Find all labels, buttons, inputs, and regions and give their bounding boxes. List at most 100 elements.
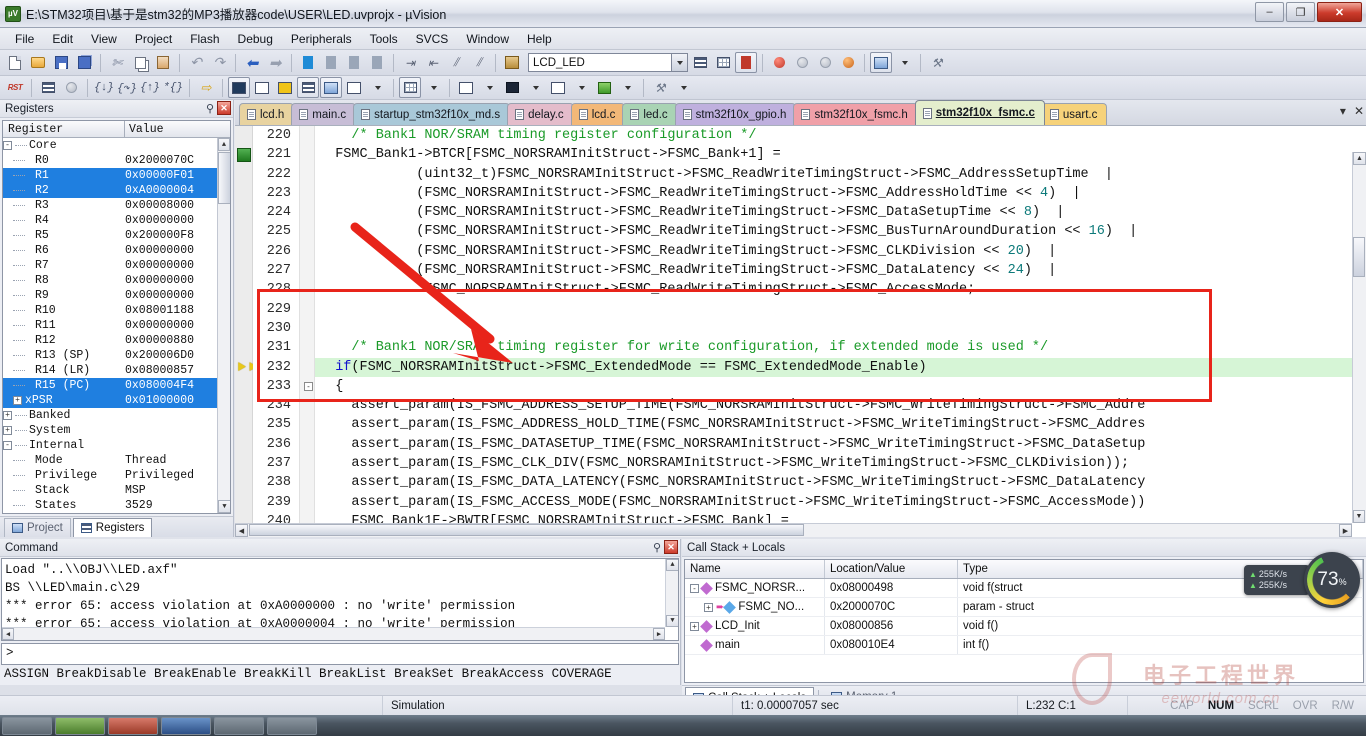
- chevron-down-icon[interactable]: [616, 77, 638, 98]
- command-output-vscroll[interactable]: ▲ ▼: [665, 559, 678, 627]
- disable-breakpoint-icon[interactable]: [791, 52, 813, 73]
- memory-window-icon[interactable]: [399, 77, 421, 98]
- close-icon[interactable]: ✕: [217, 101, 231, 115]
- code-line[interactable]: [315, 300, 1366, 319]
- show-next-statement-icon[interactable]: ⇨: [195, 77, 217, 98]
- step-into-icon[interactable]: {↓}: [93, 77, 115, 98]
- command-output-hscroll[interactable]: ◀ ▶: [2, 627, 665, 640]
- code-line[interactable]: (FSMC_NORSRAMInitStruct->FSMC_ReadWriteT…: [315, 203, 1366, 222]
- code-line[interactable]: FSMC_Bank1->BTCR[FSMC_NORSRAMInitStruct-…: [315, 145, 1366, 164]
- register-row[interactable]: States 3529: [3, 498, 230, 513]
- register-row[interactable]: R11 0x00000000: [3, 318, 230, 333]
- restore-button[interactable]: ❐: [1286, 2, 1315, 22]
- analysis-window-icon[interactable]: [501, 77, 523, 98]
- code-line[interactable]: {: [315, 377, 1366, 396]
- trace-window-icon[interactable]: [547, 77, 569, 98]
- navigate-back-icon[interactable]: ⬅: [241, 52, 263, 73]
- paste-icon[interactable]: [152, 52, 174, 73]
- tree-toggle-icon[interactable]: +: [3, 411, 12, 420]
- register-row[interactable]: R13 (SP) 0x200006D0: [3, 348, 230, 363]
- save-all-icon[interactable]: [73, 52, 95, 73]
- registers-window-icon[interactable]: [297, 77, 319, 98]
- tree-toggle-icon[interactable]: +: [690, 621, 699, 631]
- debug-session-icon[interactable]: [735, 52, 757, 73]
- tree-toggle-icon[interactable]: -: [690, 583, 699, 593]
- editor-tab-lcd-h[interactable]: lcd.h: [239, 103, 295, 125]
- manage-project-icon[interactable]: [689, 52, 711, 73]
- code-line[interactable]: (FSMC_NORSRAMInitStruct->FSMC_ReadWriteT…: [315, 261, 1366, 280]
- uncomment-icon[interactable]: ⫽: [468, 52, 490, 73]
- editor-tab-main-c[interactable]: main.c: [291, 103, 357, 125]
- toolbox-icon[interactable]: ⚒: [649, 77, 671, 98]
- scroll-right-icon[interactable]: ▶: [1339, 524, 1352, 537]
- chevron-down-icon[interactable]: [893, 52, 915, 73]
- menu-item-flash[interactable]: Flash: [181, 30, 228, 48]
- register-row[interactable]: R12 0x00000880: [3, 333, 230, 348]
- taskbar-item[interactable]: [214, 716, 264, 735]
- code-line[interactable]: assert_param(IS_FSMC_ADDRESS_SETUP_TIME(…: [315, 396, 1366, 415]
- open-file-icon[interactable]: [27, 52, 49, 73]
- menu-item-edit[interactable]: Edit: [43, 30, 82, 48]
- register-row[interactable]: + Banked: [3, 408, 230, 423]
- column-header-location[interactable]: Location/Value: [825, 560, 958, 578]
- register-row[interactable]: Stack MSP: [3, 483, 230, 498]
- scroll-thumb[interactable]: [249, 524, 804, 536]
- code-line[interactable]: assert_param(IS_FSMC_ADDRESS_HOLD_TIME(F…: [315, 415, 1366, 434]
- scroll-left-icon[interactable]: ◀: [235, 524, 248, 537]
- editor-tab-stm32f10x-fsmc-h[interactable]: stm32f10x_fsmc.h: [793, 103, 918, 125]
- call-stack-window-icon[interactable]: [320, 77, 342, 98]
- register-row[interactable]: R10 0x08001188: [3, 303, 230, 318]
- command-window-icon[interactable]: [228, 77, 250, 98]
- column-header-name[interactable]: Name: [685, 560, 825, 578]
- run-to-cursor-icon[interactable]: *{}: [162, 77, 184, 98]
- insert-breakpoint-icon[interactable]: [768, 52, 790, 73]
- code-line[interactable]: [315, 319, 1366, 338]
- editor-vertical-scrollbar[interactable]: ▲ ▼: [1352, 152, 1366, 523]
- register-row[interactable]: R2 0xA0000004: [3, 183, 230, 198]
- column-header-register[interactable]: Register: [3, 121, 125, 137]
- new-file-icon[interactable]: [4, 52, 26, 73]
- register-row[interactable]: - Core: [3, 138, 230, 153]
- editor-tab-lcd-c[interactable]: lcd.c: [570, 103, 626, 125]
- register-row[interactable]: Mode Thread: [3, 453, 230, 468]
- register-row[interactable]: R14 (LR) 0x08000857: [3, 363, 230, 378]
- comment-icon[interactable]: ⫽: [445, 52, 467, 73]
- code-line[interactable]: assert_param(IS_FSMC_DATA_LATENCY(FSMC_N…: [315, 473, 1366, 492]
- close-tab-icon[interactable]: ✕: [1354, 104, 1364, 118]
- scroll-down-icon[interactable]: ▼: [218, 500, 230, 513]
- menu-item-tools[interactable]: Tools: [361, 30, 407, 48]
- chevron-down-icon[interactable]: [671, 54, 687, 71]
- taskbar-start-button[interactable]: [2, 716, 52, 735]
- code-line[interactable]: /* Bank1 NOR/SRAM timing register config…: [315, 126, 1366, 145]
- panel-tab-project[interactable]: Project: [4, 518, 71, 537]
- disassembly-window-icon[interactable]: [251, 77, 273, 98]
- column-header-value[interactable]: Value: [125, 121, 230, 137]
- code-line[interactable]: (FSMC_NORSRAMInitStruct->FSMC_ReadWriteT…: [315, 184, 1366, 203]
- menu-item-help[interactable]: Help: [518, 30, 561, 48]
- taskbar-item[interactable]: [267, 716, 317, 735]
- step-over-icon[interactable]: {↷}: [116, 77, 138, 98]
- run-icon[interactable]: [37, 77, 59, 98]
- editor-tab-startup-stm32f10x-md-s[interactable]: startup_stm32f10x_md.s: [353, 103, 511, 125]
- system-viewer-icon[interactable]: [593, 77, 615, 98]
- register-row[interactable]: + System: [3, 423, 230, 438]
- scroll-down-icon[interactable]: ▼: [1353, 510, 1365, 523]
- editor-tab-stm32f10x-gpio-h[interactable]: stm32f10x_gpio.h: [674, 103, 797, 125]
- tree-toggle-icon[interactable]: -: [3, 141, 12, 150]
- register-row[interactable]: R8 0x00000000: [3, 273, 230, 288]
- chevron-down-icon[interactable]: [672, 77, 694, 98]
- stop-icon[interactable]: [60, 77, 82, 98]
- pin-icon[interactable]: ⚲: [206, 102, 214, 115]
- code-line[interactable]: (FSMC_NORSRAMInitStruct->FSMC_ReadWriteT…: [315, 242, 1366, 261]
- indent-icon[interactable]: ⇥: [399, 52, 421, 73]
- scroll-up-icon[interactable]: ▲: [1353, 152, 1366, 165]
- menu-item-window[interactable]: Window: [457, 30, 518, 48]
- redo-icon[interactable]: ↷: [208, 52, 230, 73]
- code-line[interactable]: FSMC_NORSRAMInitStruct->FSMC_ReadWriteTi…: [315, 280, 1366, 299]
- registers-tree[interactable]: Register Value - Core R0 0x2000070C R1 0x0000…: [2, 120, 231, 514]
- code-line[interactable]: (uint32_t)FSMC_NORSRAMInitStruct->FSMC_R…: [315, 165, 1366, 184]
- breakpoint-gutter[interactable]: ⯈⯈: [235, 126, 258, 537]
- call-stack-row[interactable]: + LCD_Init 0x08000856 void f(): [685, 617, 1363, 636]
- scroll-left-icon[interactable]: ◀: [2, 628, 14, 640]
- scroll-up-icon[interactable]: ▲: [218, 138, 230, 151]
